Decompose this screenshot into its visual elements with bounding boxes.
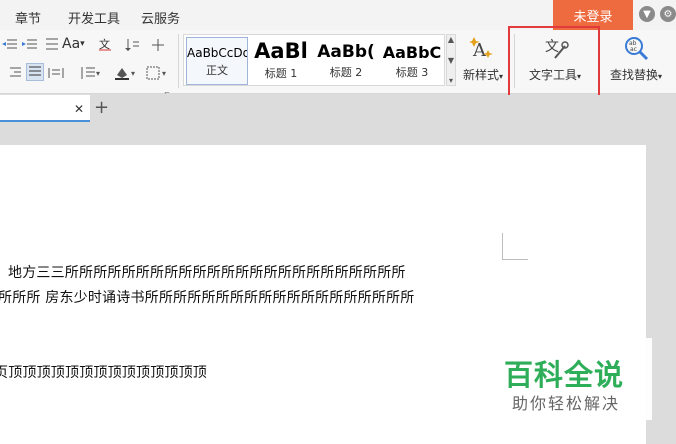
indent-decrease-icon[interactable] [2, 36, 18, 54]
style-heading-3[interactable]: AaBbC 标题 3 [380, 37, 444, 85]
scroll-down-icon[interactable]: ▼ [448, 56, 454, 65]
svg-text:ac: ac [630, 46, 637, 53]
svg-text:▾: ▾ [131, 69, 135, 78]
document-tab[interactable]: ✕ [0, 95, 90, 122]
new-tab-icon[interactable]: + [94, 97, 109, 118]
gallery-expand-icon[interactable]: ▾ [449, 76, 453, 85]
watermark-subtitle: 助你轻松解决 [512, 394, 621, 413]
svg-text:文: 文 [545, 39, 559, 55]
document-tab-bar: ✕ + [0, 95, 676, 123]
style-heading-2[interactable]: AaBb( 标题 2 [314, 37, 378, 85]
change-case-icon[interactable]: Aa ▾ [62, 35, 85, 53]
style-gallery: AaBbCcDd 正文 AaBl 标题 1 AaBb( 标题 2 AaBbC 标… [183, 34, 445, 86]
borders-icon[interactable]: ▾ [146, 64, 172, 82]
document-text-line: 页顶顶顶顶顶顶顶顶顶顶顶顶顶顶 [0, 365, 207, 381]
ribbon-toolbar: Aa ▾ 文 ▾ ▾ ▾ ⌐ AaBbCcDd 正文 AaBl 标题 1 AaB… [0, 30, 676, 97]
new-style-button[interactable]: A 新样式▾ [458, 34, 508, 88]
pinyin-icon[interactable]: 文 [98, 35, 112, 53]
login-button[interactable]: 未登录 [553, 0, 633, 30]
style-normal[interactable]: AaBbCcDd 正文 [186, 37, 248, 85]
find-replace-button[interactable]: ab ac 查找替换▾ [604, 34, 668, 88]
document-text-line: 所所所 房东少时诵诗书所所所所所所所所所所所所所所所所所所所 [0, 290, 415, 306]
menu-cloud-service[interactable]: 云服务 [141, 8, 180, 27]
indent-increase-icon[interactable] [22, 36, 38, 54]
sort-icon[interactable] [124, 36, 140, 54]
text-tools-button[interactable]: 文 文字工具▾ [524, 34, 586, 88]
skin-icon[interactable]: ▼ [639, 6, 655, 22]
svg-text:文: 文 [99, 37, 110, 51]
distribute-align-icon[interactable] [48, 64, 64, 82]
close-tab-icon[interactable]: ✕ [74, 102, 84, 116]
show-marks-icon[interactable] [150, 36, 166, 54]
new-style-icon: A [469, 37, 493, 61]
svg-text:▾: ▾ [96, 69, 100, 78]
scroll-up-icon[interactable]: ▲ [448, 35, 454, 44]
menu-developer-tools[interactable]: 开发工具 [68, 8, 120, 27]
paragraph-spacing-icon[interactable]: ▾ [80, 64, 102, 82]
divider [514, 34, 515, 88]
text-tools-icon: 文 [545, 39, 569, 59]
shading-icon[interactable]: ▾ [114, 64, 140, 82]
style-gallery-scroll[interactable]: ▲ ▼ ▾ [446, 34, 456, 86]
line-spacing-icon[interactable] [44, 35, 60, 53]
divider [178, 34, 179, 88]
menu-chapter[interactable]: 章节 [15, 8, 41, 27]
watermark-logo: 百科全说 助你轻松解决 [492, 338, 652, 420]
watermark-title: 百科全说 [504, 358, 625, 392]
align-right-icon[interactable] [6, 64, 22, 82]
style-heading-1[interactable]: AaBl 标题 1 [250, 37, 312, 85]
margin-corner-mark [502, 233, 503, 259]
menu-bar: 章节 开发工具 云服务 未登录 ▼ ⚙ [0, 0, 676, 30]
margin-corner-mark [502, 259, 528, 260]
document-text-line: 地方三三所所所所所所所所所所所所所所所所所所所所所所所所 [8, 265, 406, 281]
settings-icon[interactable]: ⚙ [660, 6, 676, 22]
find-replace-icon: ab ac [625, 37, 649, 61]
svg-text:▾: ▾ [162, 69, 166, 78]
align-justify-icon[interactable] [26, 63, 44, 81]
